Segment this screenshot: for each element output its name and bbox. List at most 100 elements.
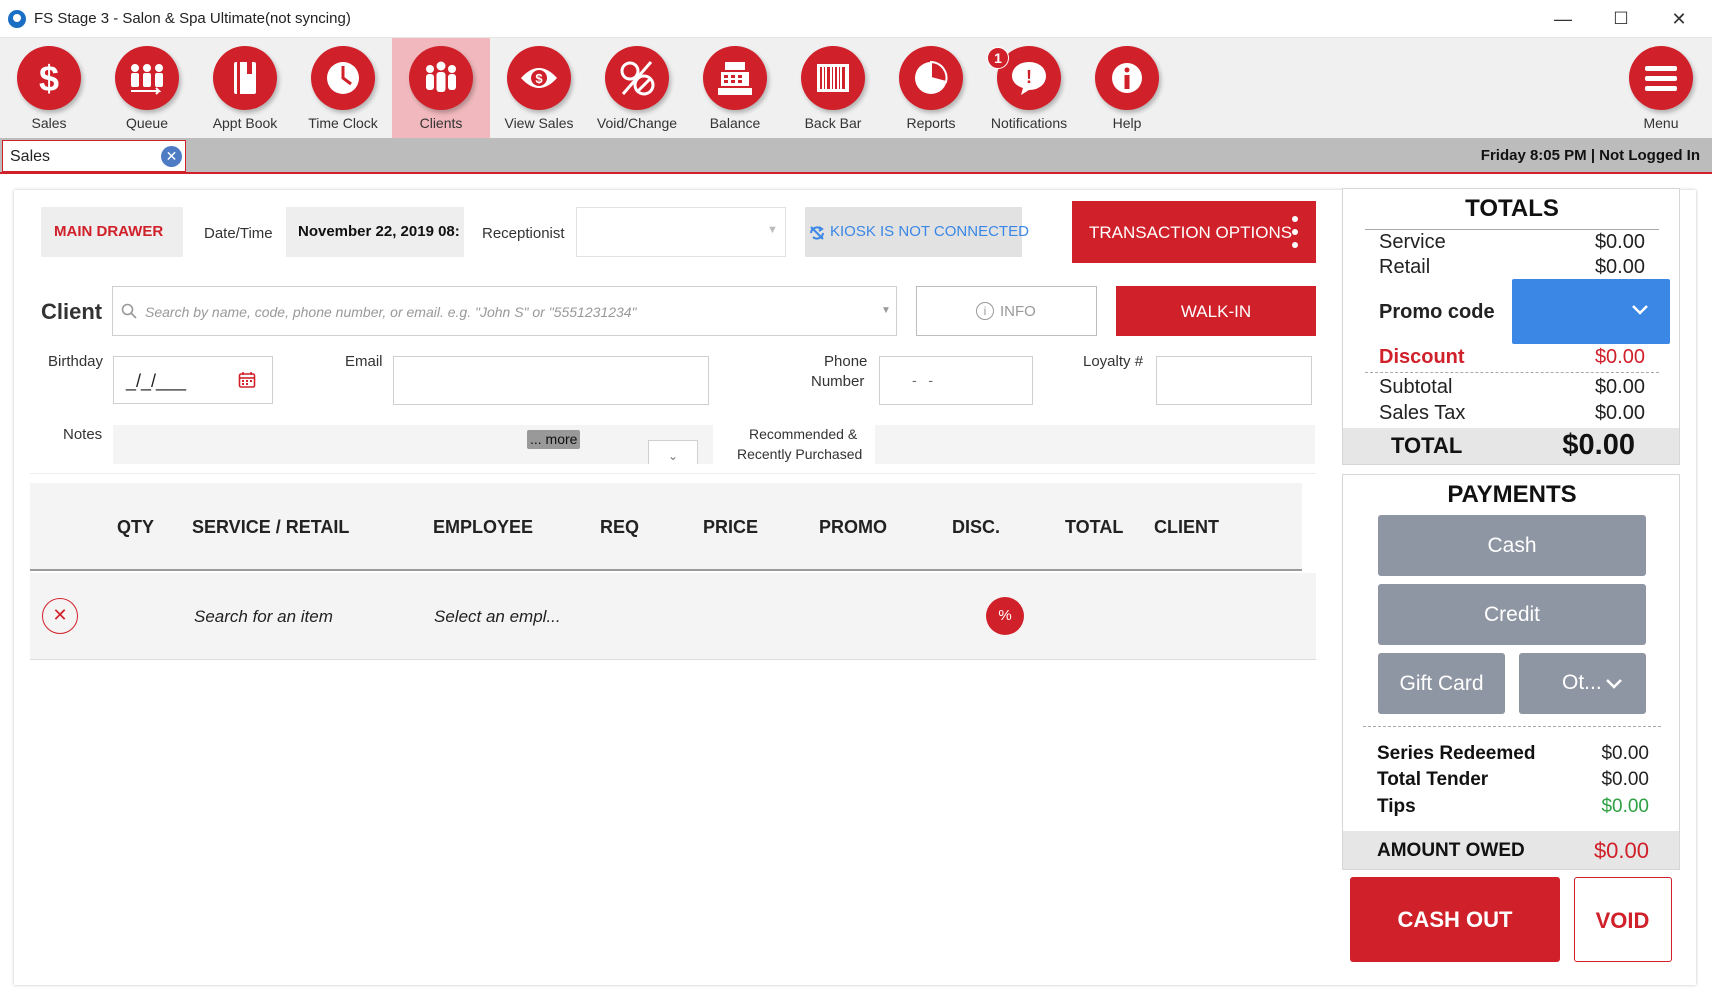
credit-payment-button[interactable]: Credit bbox=[1378, 584, 1646, 645]
toolbar-back-bar-button[interactable]: Back Bar bbox=[784, 38, 882, 138]
toolbar-menu-button[interactable]: Menu bbox=[1612, 38, 1710, 138]
transaction-options-label: TRANSACTION OPTIONS bbox=[1089, 223, 1293, 242]
cash-payment-button[interactable]: Cash bbox=[1378, 515, 1646, 576]
loyalty-field[interactable] bbox=[1156, 356, 1312, 405]
divider bbox=[1363, 726, 1661, 727]
total-tender-label: Total Tender bbox=[1377, 769, 1489, 790]
toolbar-label: Time Clock bbox=[308, 115, 378, 131]
walk-in-button[interactable]: WALK-IN bbox=[1116, 286, 1316, 336]
appt-book-icon bbox=[213, 46, 277, 110]
drawer-label: MAIN DRAWER bbox=[54, 223, 164, 240]
column-header-req: REQ bbox=[600, 517, 640, 537]
void-icon bbox=[605, 46, 669, 110]
client-label: Client bbox=[41, 299, 103, 324]
discount-percent-icon[interactable]: % bbox=[986, 597, 1024, 635]
title-bar: FS Stage 3 - Salon & Spa Ultimate(not sy… bbox=[0, 0, 1712, 38]
total-tender-value: $0.00 bbox=[1601, 769, 1649, 790]
service-label: Service bbox=[1379, 231, 1446, 253]
kiosk-status[interactable]: KIOSK IS NOT CONNECTED bbox=[805, 207, 1029, 257]
toolbar-label: Void/Change bbox=[596, 115, 678, 131]
register-icon bbox=[703, 46, 767, 110]
other-payment-label: Ot... bbox=[1562, 671, 1602, 694]
discount-value: $0.00 bbox=[1594, 346, 1645, 368]
other-payment-button[interactable]: Ot... bbox=[1519, 653, 1646, 714]
toolbar-appt-book-button[interactable]: Appt Book bbox=[196, 38, 294, 138]
amount-owed-value: $0.00 bbox=[1593, 838, 1649, 863]
close-window-button[interactable]: ✕ bbox=[1650, 0, 1708, 38]
client-info-button[interactable]: i INFO bbox=[916, 286, 1097, 336]
phone-label-line2: Number bbox=[811, 373, 865, 390]
toolbar-label: Queue bbox=[125, 115, 169, 131]
info-button-label: INFO bbox=[1000, 303, 1036, 320]
total-value: $0.00 bbox=[1562, 429, 1635, 461]
toolbar-help-button[interactable]: Help bbox=[1078, 38, 1176, 138]
birthday-field[interactable]: _/_/___ bbox=[113, 356, 273, 404]
subtotal-value: $0.00 bbox=[1594, 376, 1645, 398]
loyalty-label: Loyalty # bbox=[1083, 353, 1144, 370]
cash-out-button[interactable]: CASH OUT bbox=[1350, 877, 1560, 962]
maximize-button[interactable]: ☐ bbox=[1592, 0, 1650, 38]
transaction-options-button[interactable]: TRANSACTION OPTIONS bbox=[1072, 201, 1316, 263]
toolbar-view-sales-button[interactable]: $ View Sales bbox=[490, 38, 588, 138]
remove-item-icon[interactable]: ✕ bbox=[42, 598, 78, 634]
gift-card-payment-button[interactable]: Gift Card bbox=[1378, 653, 1505, 714]
app-logo-icon bbox=[8, 10, 26, 28]
client-search-field[interactable]: Search by name, code, phone number, or e… bbox=[112, 286, 897, 336]
item-search-field[interactable]: Search for an item bbox=[194, 607, 333, 627]
barcode-icon bbox=[801, 46, 865, 110]
column-header-disc: DISC. bbox=[952, 517, 1001, 537]
toolbar-balance-button[interactable]: Balance bbox=[686, 38, 784, 138]
column-header-total: TOTAL bbox=[1065, 517, 1124, 537]
info-circle-icon: i bbox=[976, 302, 994, 320]
column-header-employee: EMPLOYEE bbox=[433, 517, 534, 537]
notes-label: Notes bbox=[63, 426, 103, 443]
receptionist-select[interactable]: ▼ bbox=[576, 207, 786, 257]
promo-code-select[interactable] bbox=[1512, 279, 1670, 344]
close-tab-icon[interactable]: ✕ bbox=[161, 146, 182, 167]
toolbar-reports-button[interactable]: Reports bbox=[882, 38, 980, 138]
employee-select[interactable]: Select an empl... bbox=[434, 607, 561, 627]
status-text: Friday 8:05 PM | Not Logged In bbox=[1480, 147, 1700, 164]
toolbar-label: Notifications bbox=[990, 115, 1068, 131]
amount-owed-row: AMOUNT OWED $0.00 bbox=[1343, 831, 1679, 869]
toolbar-sales-button[interactable]: $ Sales bbox=[0, 38, 98, 138]
tab-strip: Sales ✕ Friday 8:05 PM | Not Logged In bbox=[0, 138, 1712, 174]
promo-code-label: Promo code bbox=[1379, 301, 1495, 323]
tips-value: $0.00 bbox=[1601, 796, 1649, 817]
minimize-button[interactable]: — bbox=[1534, 0, 1592, 38]
window-title: FS Stage 3 - Salon & Spa Ultimate(not sy… bbox=[34, 10, 351, 27]
notes-field[interactable]: ... more ⌄ bbox=[113, 425, 713, 464]
total-row: TOTAL $0.00 bbox=[1343, 428, 1679, 464]
email-field[interactable] bbox=[393, 356, 709, 405]
notes-expand-chevron-icon[interactable]: ⌄ bbox=[648, 440, 698, 464]
hamburger-menu-icon bbox=[1629, 46, 1693, 110]
void-button[interactable]: VOID bbox=[1574, 877, 1672, 962]
eye-icon: $ bbox=[507, 46, 571, 110]
toolbar-queue-button[interactable]: Queue bbox=[98, 38, 196, 138]
tab-sales[interactable]: Sales ✕ bbox=[2, 140, 186, 172]
main-drawer-badge[interactable]: MAIN DRAWER bbox=[41, 207, 183, 257]
queue-icon bbox=[115, 46, 179, 110]
toolbar-clients-button[interactable]: Clients bbox=[392, 38, 490, 138]
divider bbox=[30, 473, 1316, 474]
notes-more-button[interactable]: ... more bbox=[527, 430, 581, 449]
toolbar-label: Appt Book bbox=[212, 115, 278, 131]
divider bbox=[1365, 229, 1659, 230]
datetime-field[interactable]: November 22, 2019 08: bbox=[286, 207, 464, 257]
phone-field[interactable]: - - bbox=[879, 356, 1033, 405]
pie-chart-icon bbox=[899, 46, 963, 110]
cash-out-label: CASH OUT bbox=[1397, 907, 1513, 932]
datetime-value: November 22, 2019 08: bbox=[298, 223, 460, 240]
toolbar-label: Reports bbox=[906, 115, 956, 131]
toolbar-time-clock-button[interactable]: Time Clock bbox=[294, 38, 392, 138]
subtotal-label: Subtotal bbox=[1379, 376, 1453, 398]
discount-label: Discount bbox=[1379, 346, 1465, 368]
kiosk-label: KIOSK IS NOT CONNECTED bbox=[830, 223, 1029, 240]
service-value: $0.00 bbox=[1594, 231, 1645, 253]
totals-panel: TOTALS Service $0.00 Retail $0.00 Promo … bbox=[1342, 188, 1680, 465]
retail-value: $0.00 bbox=[1594, 256, 1645, 278]
phone-label-line1: Phone bbox=[824, 353, 868, 370]
toolbar-void-change-button[interactable]: Void/Change bbox=[588, 38, 686, 138]
toolbar-label: Clients bbox=[419, 115, 463, 131]
calendar-icon[interactable] bbox=[238, 371, 256, 389]
